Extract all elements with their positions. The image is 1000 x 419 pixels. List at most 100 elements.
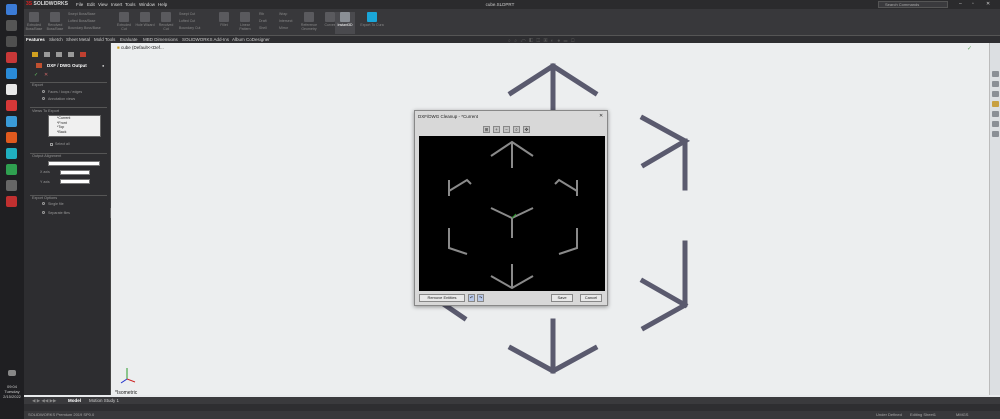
mirror-item[interactable]: Mirror [279,26,299,30]
view-back[interactable]: *Back [49,130,100,135]
shell-item[interactable]: Shell [259,26,275,30]
previous-view-icon[interactable]: ↶ [520,38,526,44]
hide-show-icon[interactable]: ◐ [551,38,555,44]
faces-loops-edges-radio[interactable] [42,90,45,93]
zoom-fit-icon[interactable]: ⌕ [508,38,512,44]
y-axis-field[interactable] [60,179,90,184]
wrap-item[interactable]: Wrap [279,12,299,16]
ok-icon[interactable]: ✓ [34,72,38,78]
task-pane-appearances-icon[interactable] [992,121,999,127]
configuration-icon[interactable] [56,52,62,57]
property-manager-icon[interactable] [44,52,50,57]
boundary-boss-item[interactable]: Boundary Boss/Base [68,26,108,30]
task-view-icon[interactable] [6,36,17,47]
swept-boss-item[interactable]: Swept Boss/Base [68,12,108,16]
tab-model[interactable]: Model [68,398,81,403]
extruded-cut-button[interactable]: Extruded Cut [114,12,134,34]
display-manager-icon[interactable] [80,52,86,57]
task-pane-palette-icon[interactable] [992,111,999,117]
fit-icon[interactable]: ⊞ [483,126,490,133]
section-view-icon[interactable]: ◧ [529,38,534,44]
maximize-icon[interactable]: ▫ [972,1,974,7]
hole-wizard-button[interactable]: Hole Wizard [135,12,155,34]
fillet-button[interactable]: Fillet [214,12,234,34]
swept-cut-item[interactable]: Swept Cut [179,12,213,16]
feature-tree-icon[interactable] [32,52,38,57]
instant3d-button[interactable]: Instant3D [335,12,355,34]
search-icon[interactable] [6,20,17,31]
tab-solidworks-addins[interactable]: SOLIDWORKS Add-Ins [182,37,229,42]
confirm-corner-icon[interactable]: ✓ [967,45,972,52]
lofted-boss-item[interactable]: Lofted Boss/Base [68,19,108,23]
view-orientation-icon[interactable]: ◫ [536,38,541,44]
reference-geometry-button[interactable]: Reference Geometry [299,12,319,34]
app-icon-white[interactable] [6,84,17,95]
scene-icon[interactable]: ▭ [564,38,569,44]
status-units[interactable]: MMGS [956,412,968,417]
pan-icon[interactable]: ✥ [523,126,530,133]
tab-features[interactable]: Features [26,37,45,42]
tab-sketch[interactable]: Sketch [49,37,63,42]
undo-icon[interactable]: ↶ [468,294,475,302]
export-to-cura-button[interactable]: Export To Cura [358,12,386,34]
zoom-out-icon[interactable]: − [503,126,510,133]
app-icon-gray[interactable] [6,180,17,191]
zoom-area-icon[interactable]: ⌕ [513,126,520,133]
views-section-header[interactable]: Views To Export [32,109,59,113]
views-list[interactable]: *Current *Front *Top *Back [48,115,101,137]
x-axis-field[interactable] [60,170,90,175]
zoom-area-icon[interactable]: ⌕ [514,38,518,44]
tab-evaluate[interactable]: Evaluate [120,37,138,42]
extruded-boss-button[interactable]: Extruded Boss/Base [24,12,44,34]
intersect-item[interactable]: Intersect [279,19,299,23]
taskbar-clock[interactable]: 09:04 Tuesday 2/15/2022 [0,384,24,399]
tab-motion-study-1[interactable]: Motion Study 1 [89,398,119,403]
appearance-icon[interactable]: ● [557,38,561,44]
lofted-cut-item[interactable]: Lofted Cut [179,19,213,23]
task-pane-custom-props-icon[interactable] [992,131,999,137]
task-pane-home-icon[interactable] [992,71,999,77]
annotation-views-radio[interactable] [42,97,45,100]
alignment-section-header[interactable]: Output Alignment [32,154,61,158]
view-settings-icon[interactable]: ▢ [571,38,576,44]
solidworks-icon[interactable] [6,132,17,143]
app-icon-green[interactable] [6,164,17,175]
save-button[interactable]: Save [551,294,573,302]
separate-files-radio[interactable] [42,211,45,214]
tab-album-codesigner[interactable]: Album CoDesigner [232,37,270,42]
app-icon-blue[interactable] [6,68,17,79]
cancel-button[interactable]: Cancel [580,294,602,302]
minimize-icon[interactable]: – [959,1,962,7]
search-commands-input[interactable]: Search Commands [878,1,948,8]
dimxpert-icon[interactable] [68,52,74,57]
options-section-header[interactable]: Export Options [32,196,57,200]
app-icon-teal[interactable] [6,148,17,159]
linear-pattern-button[interactable]: Linear Pattern [235,12,255,34]
app-icon-red[interactable] [6,52,17,63]
app-icon-red-2[interactable] [6,100,17,111]
revolved-boss-button[interactable]: Revolved Boss/Base [45,12,65,34]
origin-field[interactable] [48,161,100,166]
tab-sheet-metal[interactable]: Sheet Metal [66,37,90,42]
remove-entities-button[interactable]: Remove Entities [419,294,465,302]
revolved-cut-button[interactable]: Revolved Cut [156,12,176,34]
redo-icon[interactable]: ↷ [477,294,484,302]
export-section-header[interactable]: Export [32,83,43,87]
single-file-radio[interactable] [42,202,45,205]
display-style-icon[interactable]: ▣ [544,38,549,44]
cancel-icon[interactable]: ✕ [44,72,48,78]
folder-icon[interactable] [6,116,17,127]
dxf-preview-canvas[interactable] [419,136,605,291]
task-pane-library-icon[interactable] [992,91,999,97]
close-icon[interactable]: ✕ [986,1,990,7]
rib-item[interactable]: Rib [259,12,275,16]
zoom-in-icon[interactable]: + [493,126,500,133]
app-icon-red-3[interactable] [6,196,17,207]
tab-mold-tools[interactable]: Mold Tools [94,37,115,42]
select-all-checkbox[interactable] [50,143,53,146]
breadcrumb[interactable]: ■ cube (Default<<Def... [117,45,164,50]
tab-mbd-dimensions[interactable]: MBD Dimensions [143,37,178,42]
task-pane-resources-icon[interactable] [992,81,999,87]
tray-icon[interactable] [8,370,16,376]
task-pane-explorer-icon[interactable] [992,101,999,107]
